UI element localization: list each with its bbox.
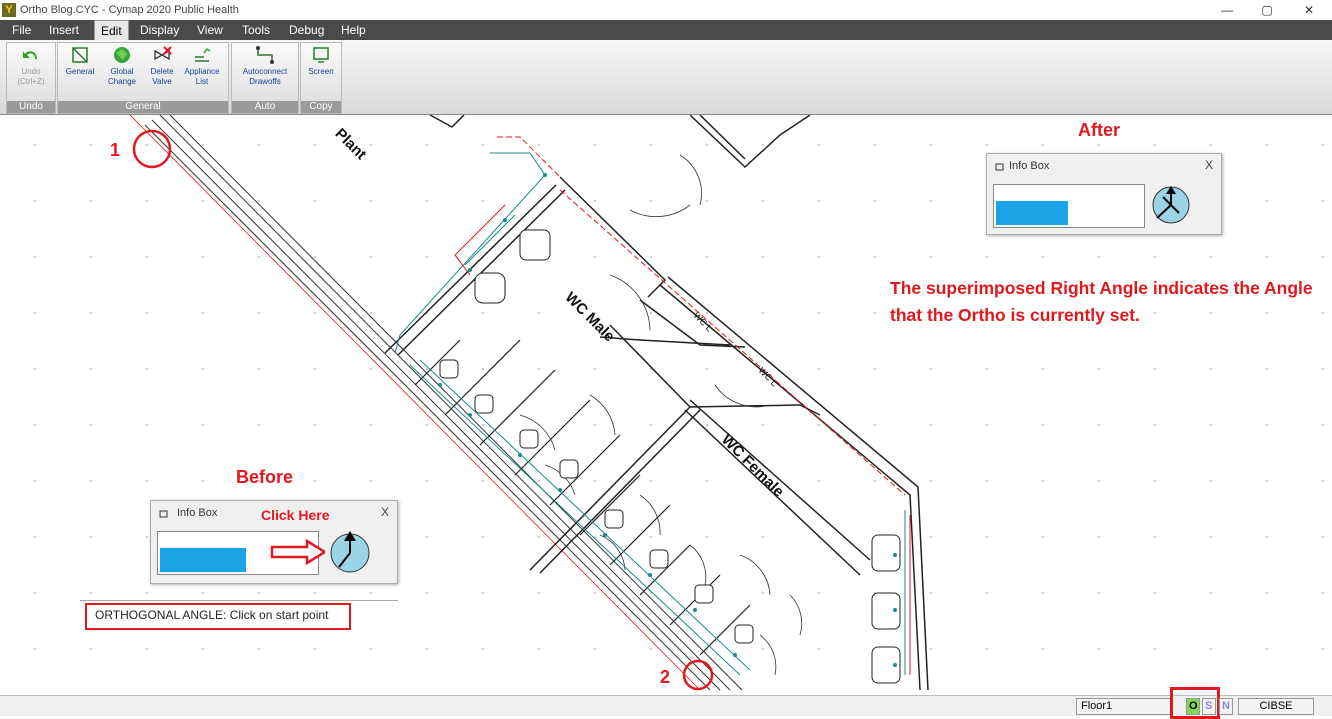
info-box-after[interactable]: Info Box X bbox=[986, 153, 1222, 235]
annotation-click-here: Click Here bbox=[261, 507, 330, 523]
command-line[interactable]: ORTHOGONAL ANGLE: Click on start point bbox=[85, 603, 351, 630]
info-box-icon bbox=[159, 510, 168, 518]
restore-button[interactable]: ▢ bbox=[1252, 2, 1282, 18]
delete-valve-button[interactable]: Delete Valve bbox=[142, 45, 182, 87]
annotation-before: Before bbox=[236, 467, 294, 487]
appliance-list-icon bbox=[195, 47, 211, 62]
menu-file[interactable]: File bbox=[6, 20, 37, 40]
group-copy: Screen Copy bbox=[300, 42, 342, 114]
general-label: General bbox=[65, 67, 95, 76]
group-copy-label: Copy bbox=[301, 101, 341, 113]
info-box-after-bar bbox=[996, 201, 1068, 225]
ortho-compass-icon bbox=[330, 531, 370, 573]
command-divider bbox=[80, 600, 398, 601]
appliance-list-label: Appliance List bbox=[184, 67, 220, 86]
menu-display[interactable]: Display bbox=[134, 20, 185, 40]
info-box-after-close[interactable]: X bbox=[1205, 158, 1213, 172]
group-auto-label: Auto bbox=[232, 101, 298, 113]
ortho-indicator-before[interactable] bbox=[325, 529, 371, 575]
info-box-after-field bbox=[993, 184, 1145, 228]
menu-insert[interactable]: Insert bbox=[43, 20, 85, 40]
window-title: Ortho Blog.CYC - Cymap 2020 Public Healt… bbox=[20, 4, 239, 16]
global-change-icon bbox=[114, 47, 130, 63]
autoconnect-icon bbox=[256, 46, 274, 64]
ortho-indicator-after[interactable] bbox=[1149, 184, 1193, 226]
appliance-list-button[interactable]: Appliance List bbox=[182, 45, 222, 87]
menu-tools[interactable]: Tools bbox=[236, 20, 276, 40]
status-floor[interactable]: Floor1 bbox=[1076, 698, 1172, 715]
menu-debug[interactable]: Debug bbox=[283, 20, 330, 40]
app-icon: Y bbox=[2, 3, 16, 17]
group-general-label: General bbox=[58, 101, 228, 113]
group-general: General Global Change Delete Valve Appli… bbox=[57, 42, 229, 114]
arrow-icon bbox=[270, 539, 328, 565]
ortho-compass-icon bbox=[1152, 186, 1190, 224]
node-toggle[interactable]: N bbox=[1219, 698, 1233, 715]
group-undo-label: Undo bbox=[7, 101, 55, 113]
info-box-icon bbox=[995, 163, 1004, 171]
undo-icon bbox=[23, 51, 37, 59]
screen-icon bbox=[313, 47, 329, 63]
info-box-after-title: Info Box bbox=[1009, 160, 1050, 172]
menu-bar: File Insert Edit Display View Tools Debu… bbox=[0, 20, 1332, 40]
info-box-before-title: Info Box bbox=[177, 507, 218, 519]
group-undo: Undo (Ctrl+Z) Undo bbox=[6, 42, 56, 114]
delete-valve-icon bbox=[154, 46, 172, 61]
status-bar: Floor1 O S N CIBSE bbox=[0, 687, 1332, 719]
undo-button[interactable]: Undo (Ctrl+Z) bbox=[11, 45, 51, 87]
title-bar: Y Ortho Blog.CYC - Cymap 2020 Public Hea… bbox=[0, 0, 1332, 20]
annotation-point-1: 1 bbox=[110, 140, 121, 160]
screen-copy-button[interactable]: Screen bbox=[301, 45, 341, 77]
info-box-before-close[interactable]: X bbox=[381, 505, 389, 519]
general-button[interactable]: General bbox=[60, 45, 100, 77]
info-box-before[interactable]: Info Box Click Here X bbox=[150, 500, 398, 584]
minimize-button[interactable]: — bbox=[1212, 2, 1242, 18]
info-box-before-bar bbox=[160, 548, 246, 572]
status-standard[interactable]: CIBSE bbox=[1238, 698, 1314, 715]
annotation-note: The superimposed Right Angle indicates t… bbox=[890, 278, 1313, 325]
autoconnect-button[interactable]: Autoconnect Drawoffs bbox=[236, 45, 294, 87]
autoconnect-label: Autoconnect Drawoffs bbox=[242, 67, 288, 86]
ortho-toggle[interactable]: O bbox=[1186, 698, 1200, 715]
screen-copy-label: Screen bbox=[308, 67, 334, 76]
delete-valve-label: Delete Valve bbox=[150, 67, 174, 86]
undo-label: Undo (Ctrl+Z) bbox=[17, 67, 45, 86]
annotation-point-2: 2 bbox=[660, 667, 671, 687]
global-change-button[interactable]: Global Change bbox=[102, 45, 142, 87]
snap-toggle[interactable]: S bbox=[1202, 698, 1216, 715]
close-button[interactable]: ✕ bbox=[1294, 2, 1324, 18]
command-prompt: ORTHOGONAL ANGLE: Click on start point bbox=[95, 608, 329, 622]
global-change-label: Global Change bbox=[107, 67, 137, 86]
ribbon: Undo (Ctrl+Z) Undo General Global Change… bbox=[0, 40, 1332, 115]
group-auto: Autoconnect Drawoffs Auto bbox=[231, 42, 299, 114]
menu-view[interactable]: View bbox=[191, 20, 229, 40]
menu-help[interactable]: Help bbox=[335, 20, 372, 40]
annotation-after: After bbox=[1078, 120, 1121, 140]
menu-edit[interactable]: Edit bbox=[94, 20, 129, 40]
general-icon bbox=[72, 47, 88, 63]
